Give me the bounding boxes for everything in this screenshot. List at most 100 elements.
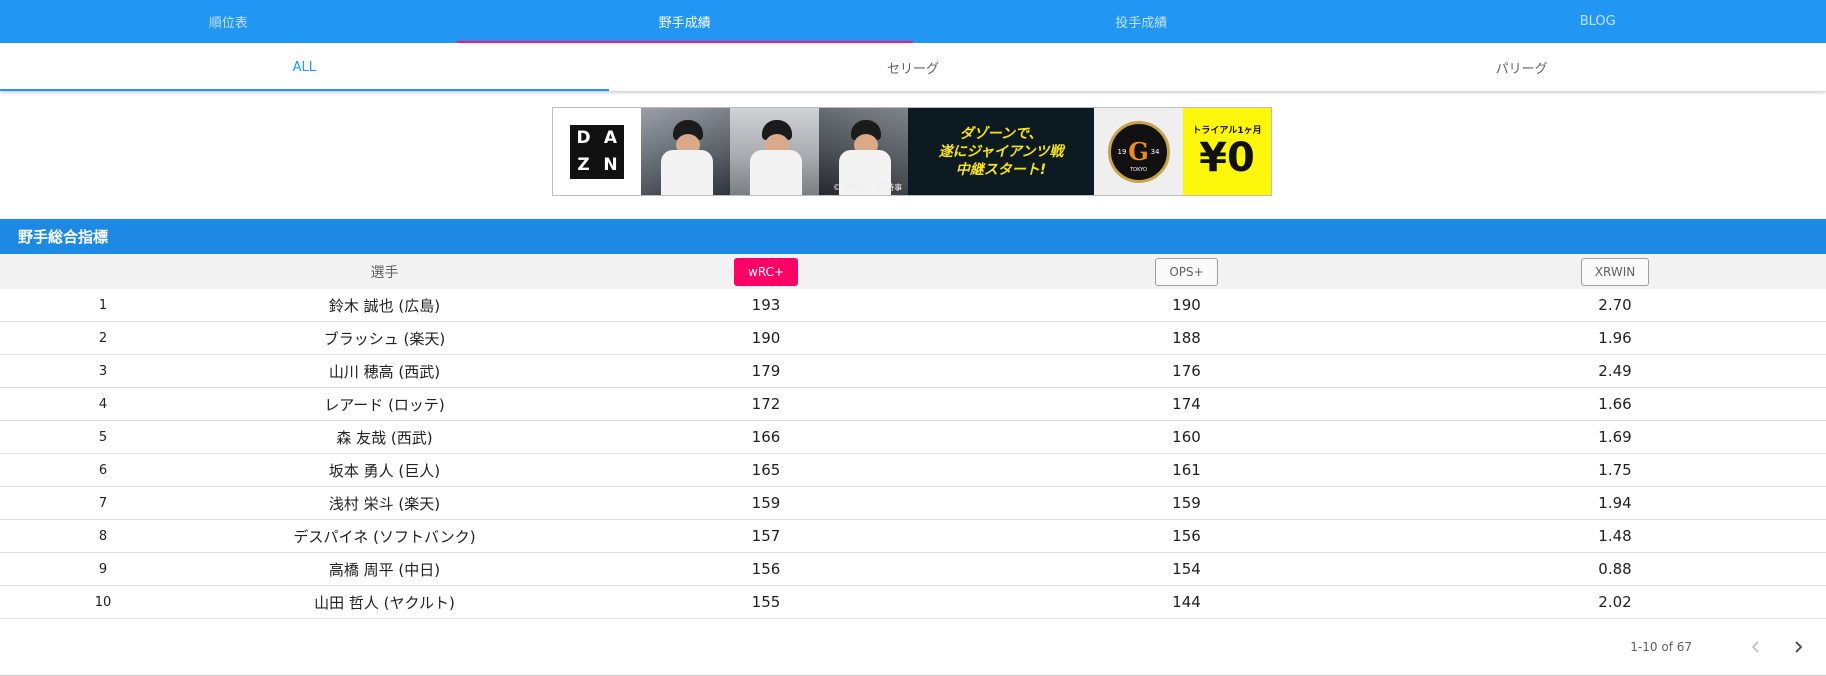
ops-cell: 161 bbox=[969, 454, 1404, 487]
rank-cell: 9 bbox=[0, 553, 206, 586]
dazn-banner-ad[interactable]: D A Z N © 読売巨人軍 時事 ダゾーンで、 遂にジャイアンツ戦 中継スタ… bbox=[552, 107, 1272, 196]
wrc-cell: 156 bbox=[563, 553, 969, 586]
table-row[interactable]: 8 デスパイネ (ソフトバンク) 157 156 1.48 bbox=[0, 520, 1826, 553]
chevron-left-icon[interactable] bbox=[1740, 631, 1772, 663]
pagination-range: 1-10 of 67 bbox=[1630, 640, 1692, 654]
xrwin-cell: 2.02 bbox=[1404, 586, 1826, 619]
player-photo: © 読売巨人軍 時事 bbox=[819, 108, 908, 195]
wrc-cell: 159 bbox=[563, 487, 969, 520]
table-header-row: 選手 wRC+ OPS+ XRWIN bbox=[0, 254, 1826, 289]
xrwin-cell: 1.94 bbox=[1404, 487, 1826, 520]
rank-cell: 10 bbox=[0, 586, 206, 619]
ops-header: OPS+ bbox=[969, 254, 1404, 289]
xrwin-cell: 0.88 bbox=[1404, 553, 1826, 586]
player-cell: 浅村 栄斗 (楽天) bbox=[206, 487, 563, 520]
xrwin-cell: 1.69 bbox=[1404, 421, 1826, 454]
ops-cell: 188 bbox=[969, 322, 1404, 355]
player-cell: 高橋 周平 (中日) bbox=[206, 553, 563, 586]
giants-logo-cell: 19 G 34 TOKYO bbox=[1094, 108, 1183, 195]
banner-area: D A Z N © 読売巨人軍 時事 ダゾーンで、 遂にジャイアンツ戦 中継スタ… bbox=[0, 91, 1826, 219]
section-title-text: 野手総合指標 bbox=[18, 226, 108, 247]
rank-cell: 7 bbox=[0, 487, 206, 520]
xrwin-cell: 1.75 bbox=[1404, 454, 1826, 487]
player-cell: 山川 穂高 (西武) bbox=[206, 355, 563, 388]
wrc-cell: 190 bbox=[563, 322, 969, 355]
player-photo bbox=[641, 108, 730, 195]
table-row[interactable]: 5 森 友哉 (西武) 166 160 1.69 bbox=[0, 421, 1826, 454]
sort-xrwin-button[interactable]: XRWIN bbox=[1581, 258, 1649, 286]
rank-cell: 6 bbox=[0, 454, 206, 487]
wrc-cell: 193 bbox=[563, 289, 969, 322]
tab-all[interactable]: ALL bbox=[0, 43, 609, 91]
wrc-header: wRC+ bbox=[563, 254, 969, 289]
rank-cell: 1 bbox=[0, 289, 206, 322]
dazn-letter: D bbox=[570, 125, 597, 152]
rank-cell: 2 bbox=[0, 322, 206, 355]
xrwin-cell: 1.96 bbox=[1404, 322, 1826, 355]
slogan-line: 遂にジャイアンツ戦 bbox=[939, 143, 1064, 161]
player-cell: 山田 哲人 (ヤクルト) bbox=[206, 586, 563, 619]
wrc-cell: 172 bbox=[563, 388, 969, 421]
player-cell: レアード (ロッテ) bbox=[206, 388, 563, 421]
dazn-letter: A bbox=[597, 125, 624, 152]
dazn-logo: D A Z N bbox=[553, 108, 641, 195]
rank-cell: 3 bbox=[0, 355, 206, 388]
wrc-cell: 165 bbox=[563, 454, 969, 487]
league-nav: ALL セリーグ パリーグ bbox=[0, 43, 1826, 91]
dazn-letter: Z bbox=[570, 152, 597, 179]
tab-batting-stats[interactable]: 野手成績 bbox=[457, 0, 914, 43]
sort-ops-button[interactable]: OPS+ bbox=[1155, 258, 1217, 286]
player-header: 選手 bbox=[206, 254, 563, 289]
player-cell: デスパイネ (ソフトバンク) bbox=[206, 520, 563, 553]
tab-pacific-league[interactable]: パリーグ bbox=[1217, 43, 1826, 91]
ops-cell: 174 bbox=[969, 388, 1404, 421]
table-row[interactable]: 9 高橋 周平 (中日) 156 154 0.88 bbox=[0, 553, 1826, 586]
table-row[interactable]: 6 坂本 勇人 (巨人) 165 161 1.75 bbox=[0, 454, 1826, 487]
tab-pitching-stats[interactable]: 投手成績 bbox=[913, 0, 1370, 43]
xrwin-cell: 1.48 bbox=[1404, 520, 1826, 553]
giants-logo: 19 G 34 TOKYO bbox=[1108, 121, 1170, 183]
table-row[interactable]: 2 ブラッシュ (楽天) 190 188 1.96 bbox=[0, 322, 1826, 355]
section-title: 野手総合指標 bbox=[0, 219, 1826, 254]
tab-blog[interactable]: BLOG bbox=[1370, 0, 1826, 43]
ops-cell: 156 bbox=[969, 520, 1404, 553]
rank-cell: 8 bbox=[0, 520, 206, 553]
table-row[interactable]: 10 山田 哲人 (ヤクルト) 155 144 2.02 bbox=[0, 586, 1826, 619]
chevron-right-icon[interactable] bbox=[1782, 631, 1814, 663]
table-row[interactable]: 4 レアード (ロッテ) 172 174 1.66 bbox=[0, 388, 1826, 421]
trial-price: ¥0 bbox=[1199, 136, 1255, 180]
rank-header bbox=[0, 254, 206, 289]
slogan-line: ダゾーンで、 bbox=[960, 125, 1043, 143]
table-row[interactable]: 7 浅村 栄斗 (楽天) 159 159 1.94 bbox=[0, 487, 1826, 520]
tab-standings[interactable]: 順位表 bbox=[0, 0, 457, 43]
ops-cell: 159 bbox=[969, 487, 1404, 520]
wrc-cell: 166 bbox=[563, 421, 969, 454]
table-row[interactable]: 1 鈴木 誠也 (広島) 193 190 2.70 bbox=[0, 289, 1826, 322]
table-row[interactable]: 3 山川 穂高 (西武) 179 176 2.49 bbox=[0, 355, 1826, 388]
ops-cell: 190 bbox=[969, 289, 1404, 322]
dazn-letter: N bbox=[597, 152, 624, 179]
ops-cell: 176 bbox=[969, 355, 1404, 388]
player-photo bbox=[730, 108, 819, 195]
player-cell: 坂本 勇人 (巨人) bbox=[206, 454, 563, 487]
banner-slogan: ダゾーンで、 遂にジャイアンツ戦 中継スタート! bbox=[908, 108, 1094, 195]
rank-cell: 4 bbox=[0, 388, 206, 421]
sort-wrc-button[interactable]: wRC+ bbox=[734, 258, 798, 286]
wrc-cell: 179 bbox=[563, 355, 969, 388]
table-pagination: 1-10 of 67 bbox=[0, 619, 1826, 676]
xrwin-header: XRWIN bbox=[1404, 254, 1826, 289]
photo-credit: © 読売巨人軍 時事 bbox=[833, 182, 902, 193]
xrwin-cell: 1.66 bbox=[1404, 388, 1826, 421]
trial-offer: トライアル1ヶ月 ¥0 bbox=[1183, 108, 1271, 195]
wrc-cell: 155 bbox=[563, 586, 969, 619]
player-cell: ブラッシュ (楽天) bbox=[206, 322, 563, 355]
ops-cell: 154 bbox=[969, 553, 1404, 586]
player-cell: 鈴木 誠也 (広島) bbox=[206, 289, 563, 322]
rank-cell: 5 bbox=[0, 421, 206, 454]
player-cell: 森 友哉 (西武) bbox=[206, 421, 563, 454]
ops-cell: 160 bbox=[969, 421, 1404, 454]
tab-central-league[interactable]: セリーグ bbox=[609, 43, 1218, 91]
slogan-line: 中継スタート! bbox=[956, 161, 1046, 179]
xrwin-cell: 2.70 bbox=[1404, 289, 1826, 322]
batting-stats-table: 選手 wRC+ OPS+ XRWIN 1 鈴木 誠也 (広島) 193 190 … bbox=[0, 254, 1826, 619]
